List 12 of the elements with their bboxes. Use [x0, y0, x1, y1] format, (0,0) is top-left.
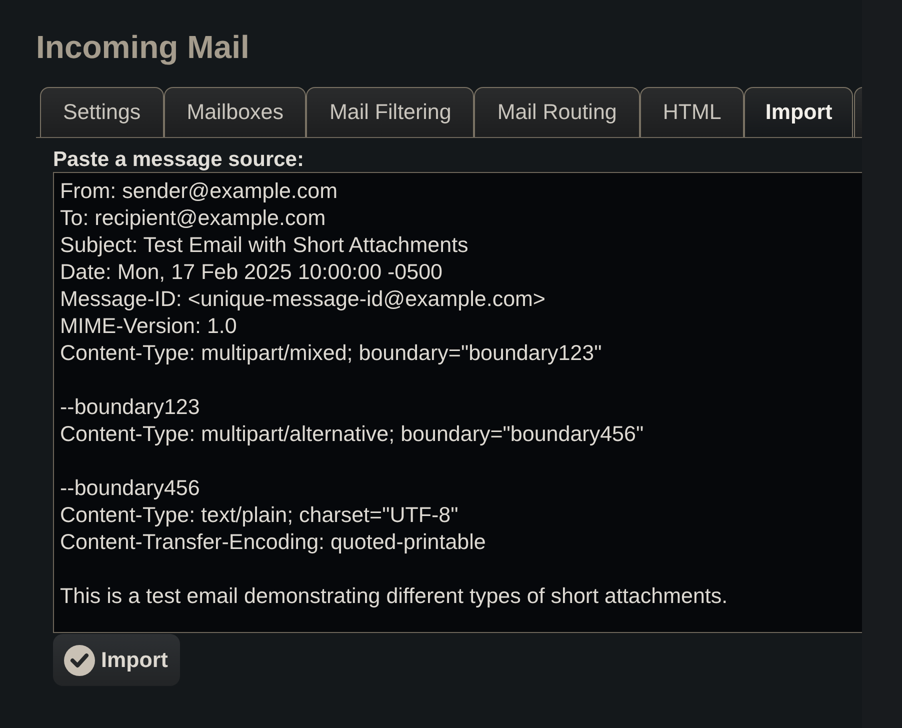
- checkmark-icon: [64, 644, 95, 676]
- import-button[interactable]: Import: [53, 634, 180, 686]
- tab[interactable]: Mail Filtering: [306, 87, 474, 137]
- tab[interactable]: Mailboxes: [164, 87, 306, 137]
- field-label: Paste a message source:: [53, 148, 304, 171]
- tab[interactable]: HTML: [640, 87, 744, 137]
- message-source-field[interactable]: From: sender@example.com To: recipient@example.com Subject: Test Email with Short Attachments Date: Mon, 17 Feb 2025 10:00:00 -0500 Message-ID: <unique-message-id@example.com> MIME-Version: 1.0 Content-Type: multipart/mixed; boundary="boundary123" --boundary123 Content-Type: multipart/alternative; boundary="boundary456" --boundary456 Content-Type: text/plain; charset="UTF-8" Content-Transfer-Encoding: quoted-printable This is a test email demonstrating different types of short attachments.: [53, 172, 862, 633]
- tab[interactable]: [854, 87, 862, 137]
- tab[interactable]: Mail Routing: [474, 87, 640, 137]
- page-title: Incoming Mail: [36, 30, 250, 64]
- tab[interactable]: Settings: [40, 87, 164, 137]
- tab[interactable]: Import: [744, 87, 854, 137]
